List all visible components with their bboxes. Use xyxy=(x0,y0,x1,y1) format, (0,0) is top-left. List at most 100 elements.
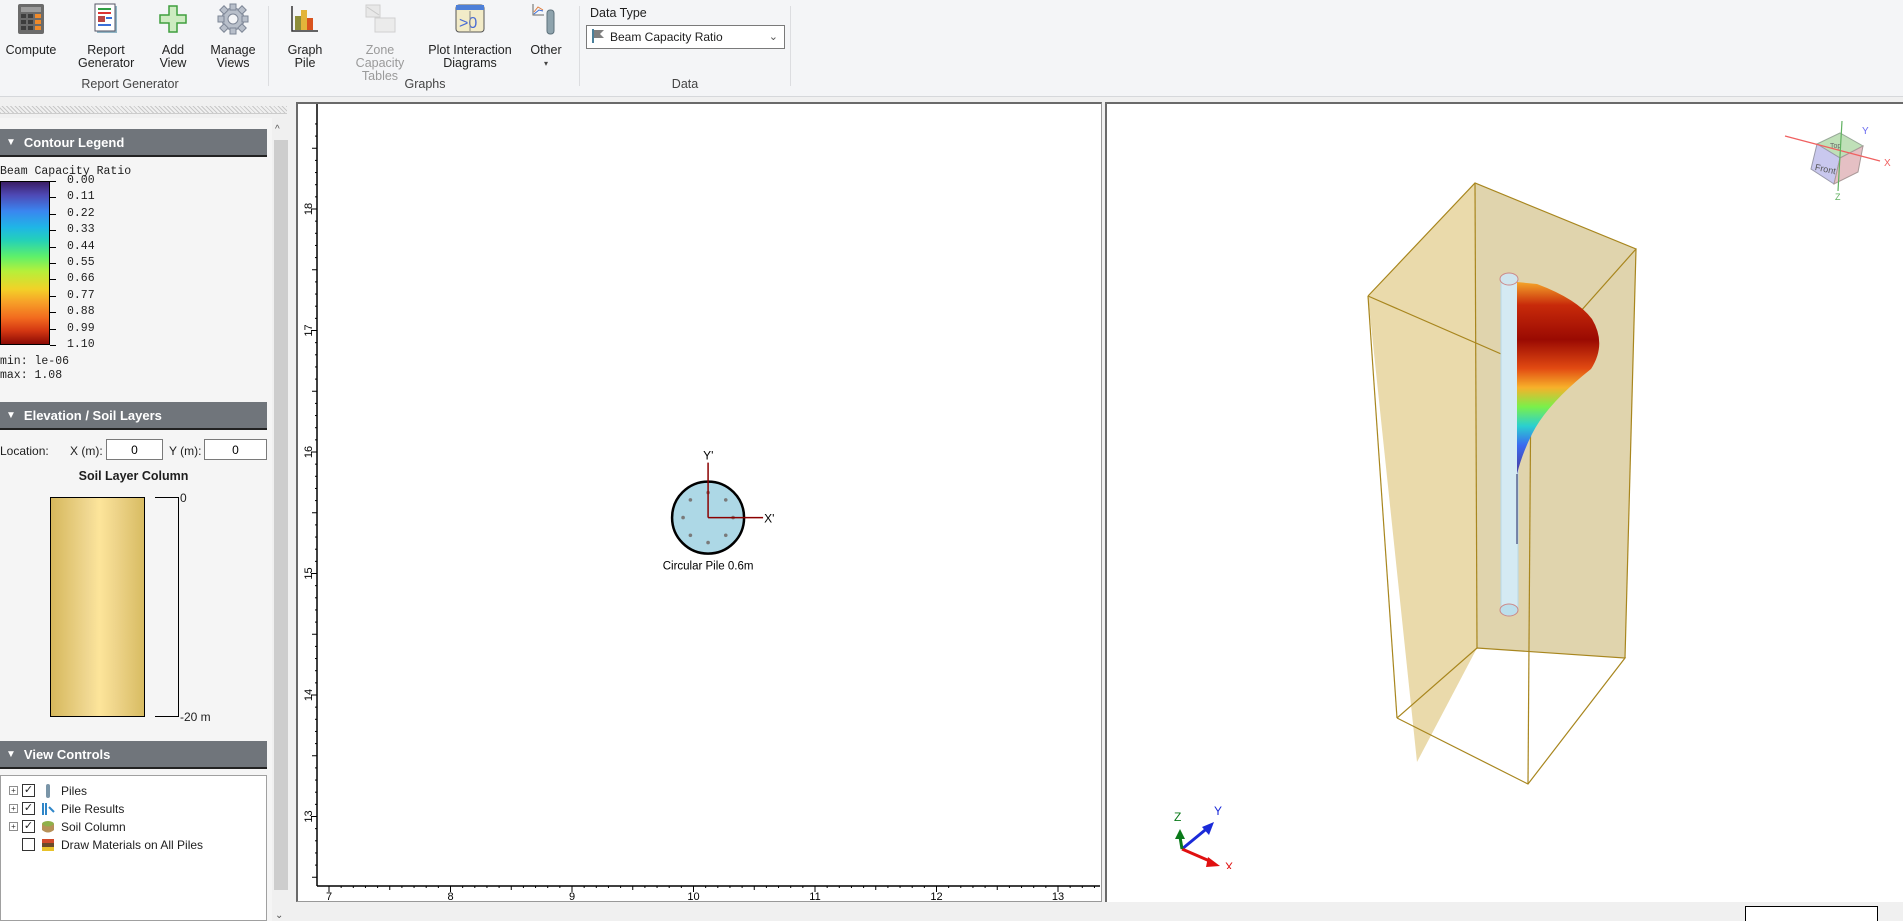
tree-item-piles[interactable]: + ✓ Piles xyxy=(9,782,87,799)
tree-item-label: Soil Column xyxy=(61,819,126,834)
legend-tick-mark xyxy=(50,230,56,232)
legend-tick-label: 0.22 xyxy=(67,206,95,220)
tree-item-draw-materials[interactable]: Draw Materials on All Piles xyxy=(22,836,203,853)
soil-layer[interactable] xyxy=(50,497,145,717)
rebar xyxy=(723,533,728,538)
rebar xyxy=(706,540,710,545)
view-cube[interactable]: Front Top Y X Z xyxy=(1780,116,1900,206)
graph-pile-label-2: Pile xyxy=(294,56,316,70)
x-tick-label: 9 xyxy=(569,891,575,902)
collapse-triangle-icon: ▼ xyxy=(6,748,16,760)
tree-item-soil-column[interactable]: + ✓ Soil Column xyxy=(9,818,126,835)
plan-view-2d[interactable]: 7 8 9 10 11 12 13 18 17 16 15 14 13 X' Y' Circular Pile… xyxy=(296,102,1102,902)
depth-top-label: 0 xyxy=(180,491,187,505)
scrollbar-thumb[interactable] xyxy=(274,140,288,890)
legend-tick-label: 1.10 xyxy=(67,338,95,351)
other-dropdown-button[interactable]: Other ▾ xyxy=(526,2,566,70)
plot-interaction-label-2: Diagrams xyxy=(443,56,497,70)
depth-scale xyxy=(155,497,179,717)
data-type-label: Data Type xyxy=(590,6,647,20)
local-x-label: X' xyxy=(764,512,774,526)
legend-tick-label: 0.33 xyxy=(67,223,95,237)
view-controls-header[interactable]: ▼ View Controls xyxy=(0,741,267,769)
collapse-triangle-icon: ▼ xyxy=(6,136,16,148)
soil-column-title: Soil Layer Column xyxy=(78,469,189,483)
report-label-2: Generator xyxy=(78,56,135,70)
pile-bottom xyxy=(1499,603,1519,617)
piles-checkbox[interactable]: ✓ xyxy=(22,784,35,797)
compute-button[interactable]: Compute xyxy=(4,2,58,57)
axis-z-label: Z xyxy=(1174,810,1181,824)
legend-tick-label: 0.00 xyxy=(67,174,95,187)
plus-icon xyxy=(156,2,190,36)
gear-icon xyxy=(216,2,250,36)
view-3d[interactable]: Z Y X Front Top Y X Z xyxy=(1105,102,1903,902)
pile-icon xyxy=(41,783,55,798)
legend-tick-mark xyxy=(50,197,56,199)
rebar xyxy=(723,498,728,502)
elevation-header[interactable]: ▼ Elevation / Soil Layers xyxy=(0,402,267,430)
manage-views-button[interactable]: Manage Views xyxy=(208,2,258,70)
y-tick-label: 18 xyxy=(303,203,315,215)
group-label-graphs: Graphs xyxy=(404,77,446,91)
soil-column-checkbox[interactable]: ✓ xyxy=(22,820,35,833)
plan-view-canvas: 7 8 9 10 11 12 13 18 17 16 15 14 13 X' Y' Circular Pile… xyxy=(303,104,1100,902)
x-tick-label: 8 xyxy=(447,891,453,902)
expand-icon[interactable]: + xyxy=(9,822,18,831)
manage-views-label-2: Views xyxy=(216,56,250,70)
legend-tick-label: 0.44 xyxy=(67,239,95,253)
pile-graph-icon xyxy=(529,2,563,36)
legend-tick-mark xyxy=(50,345,56,346)
expand-icon[interactable]: + xyxy=(9,804,18,813)
pile-3d xyxy=(1500,278,1519,611)
calculator-icon xyxy=(14,2,48,36)
y-tick-label: 16 xyxy=(303,446,315,458)
contour-legend-title: Contour Legend xyxy=(23,134,125,150)
x-label: X (m): xyxy=(70,444,103,458)
legend-tick-label: 0.55 xyxy=(67,256,95,269)
legend-colorbar xyxy=(0,181,50,345)
draw-materials-checkbox[interactable] xyxy=(22,838,35,851)
expand-icon[interactable]: + xyxy=(9,786,18,795)
materials-icon xyxy=(41,838,55,852)
legend-tick-label: 0.77 xyxy=(67,288,95,302)
graph-pile-button[interactable]: Graph Pile xyxy=(284,2,326,70)
scroll-down-icon[interactable]: ⌄ xyxy=(275,910,283,921)
legend-tick-label: 0.88 xyxy=(67,305,95,319)
pile-results-checkbox[interactable]: ✓ xyxy=(22,802,35,815)
cube-y-label: Y xyxy=(1862,126,1869,137)
legend-title: Beam Capacity Ratio xyxy=(0,165,132,178)
x-tick-label: 12 xyxy=(930,891,942,902)
contour-legend-header[interactable]: ▼ Contour Legend xyxy=(0,129,267,157)
scroll-up-icon[interactable]: ^ xyxy=(275,124,280,135)
bar-chart-icon xyxy=(288,2,322,36)
bottom-strip xyxy=(290,903,1903,921)
ribbon-separator xyxy=(268,6,269,86)
compute-label: Compute xyxy=(5,43,57,57)
axis-x-label: X xyxy=(1225,860,1233,869)
interaction-diagram-icon: >0 xyxy=(453,2,487,36)
legend-max: max: 1.08 xyxy=(0,369,63,382)
panel-grip[interactable] xyxy=(0,106,287,114)
ribbon-separator xyxy=(579,6,580,86)
legend-tick-mark xyxy=(50,213,56,215)
y-label: Y (m): xyxy=(169,444,202,458)
tree-item-pile-results[interactable]: + ✓ Pile Results xyxy=(9,800,124,817)
left-panel-scrollbar[interactable]: ^ ⌄ xyxy=(273,122,289,921)
legend-tick-mark xyxy=(50,246,56,248)
x-location-input[interactable] xyxy=(106,439,163,460)
y-location-input[interactable] xyxy=(204,439,267,460)
data-type-select[interactable]: Beam Capacity Ratio ⌄ xyxy=(586,25,785,49)
zone-capacity-tables-button[interactable]: Zone Capacity Tables xyxy=(340,2,420,83)
tree-item-label: Draw Materials on All Piles xyxy=(61,837,204,852)
add-view-button[interactable]: Add View xyxy=(152,2,194,70)
pile-label: Circular Pile 0.6m xyxy=(663,561,754,573)
legend-tick-label: 0.11 xyxy=(67,190,95,204)
plot-interaction-diagrams-button[interactable]: >0 Plot Interaction Diagrams xyxy=(426,2,514,70)
legend-min: min: le-06 xyxy=(0,355,70,368)
y-tick-label: 13 xyxy=(303,810,315,822)
pile-top xyxy=(1499,272,1519,286)
cube-z-label: Z xyxy=(1835,192,1841,202)
chevron-down-icon: ⌄ xyxy=(768,31,778,43)
report-generator-button[interactable]: Report Generator xyxy=(78,2,134,70)
